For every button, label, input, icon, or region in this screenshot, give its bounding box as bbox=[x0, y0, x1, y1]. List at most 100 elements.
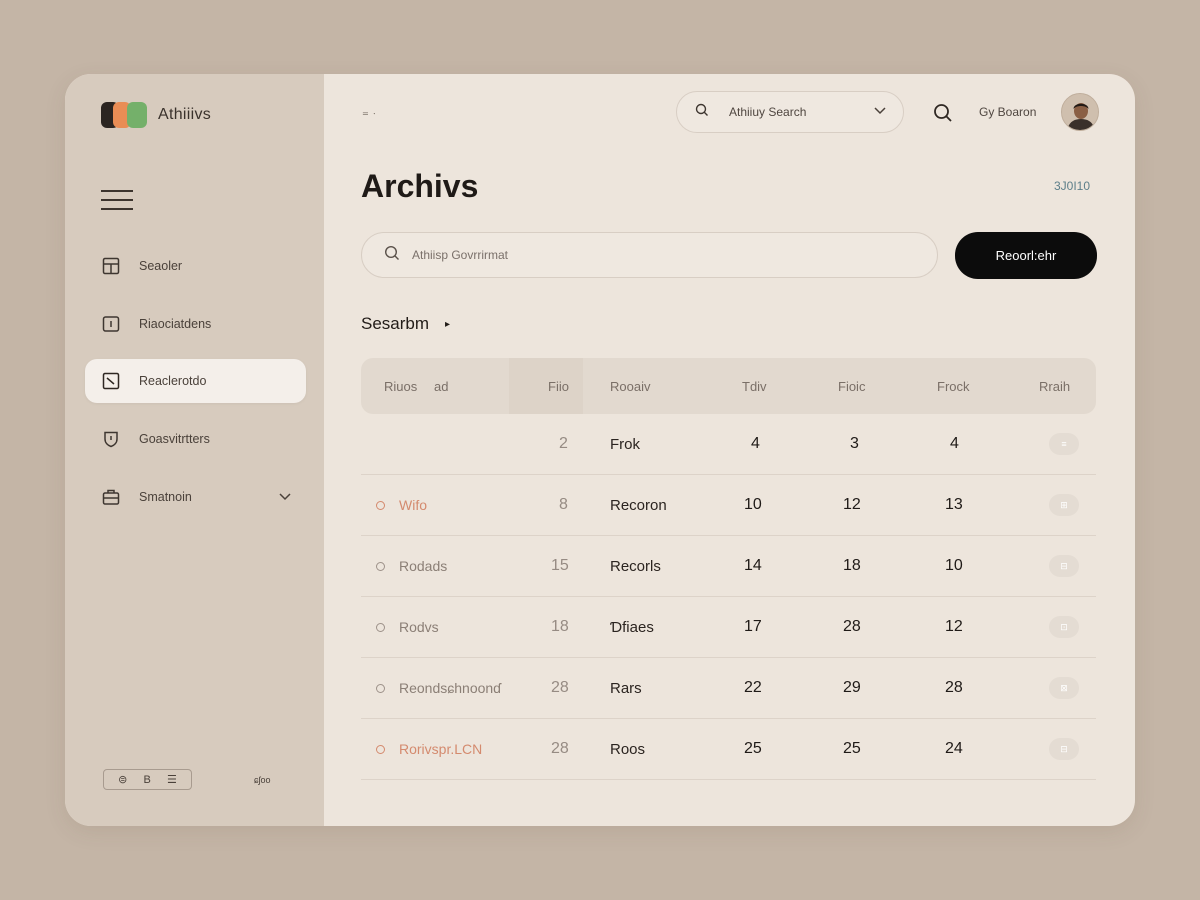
open-box-icon bbox=[101, 371, 121, 391]
row-value-c: 10 bbox=[945, 557, 963, 574]
sidebar: Athiiivs Seaoler Riaociatdens Reaclerotd… bbox=[65, 74, 324, 826]
row-value-a: 10 bbox=[744, 496, 762, 513]
top-search-label: Athiiuy Search bbox=[729, 105, 807, 119]
search-icon bbox=[384, 245, 400, 266]
row-type: Recoron bbox=[610, 496, 667, 514]
row-value-a: 22 bbox=[744, 679, 762, 696]
menu-glyph[interactable]: ⁼ ˑ bbox=[362, 108, 376, 124]
row-value-a: 14 bbox=[744, 557, 762, 574]
column-header[interactable]: Rraih bbox=[1039, 358, 1070, 414]
sidebar-item-2[interactable]: Riaociatdens bbox=[85, 302, 306, 346]
column-header[interactable]: Fiio bbox=[548, 358, 569, 414]
footer-tool-1[interactable]: ⊜ bbox=[118, 773, 127, 786]
sidebar-footer: ⊜ B ☰ ɕʃoo bbox=[103, 769, 271, 790]
avatar[interactable] bbox=[1061, 93, 1099, 131]
row-name: Wifo bbox=[376, 475, 427, 535]
row-type: Recorls bbox=[610, 557, 661, 575]
footer-tool-3[interactable]: ☰ bbox=[167, 773, 177, 786]
row-name: Rorivspr.LCN bbox=[376, 719, 482, 779]
footer-note: ɕʃoo bbox=[254, 774, 271, 785]
sidebar-item-label: Goasvitrtters bbox=[139, 432, 210, 446]
column-header[interactable]: Rooaiv bbox=[610, 358, 650, 414]
column-header[interactable]: Frock bbox=[937, 358, 970, 414]
column-header[interactable]: Fioic bbox=[838, 358, 865, 414]
sidebar-item-label: Riaociatdens bbox=[139, 317, 212, 331]
row-value-c: 13 bbox=[945, 496, 963, 513]
row-value-c: 12 bbox=[945, 618, 963, 635]
row-name: Reondsɕhnoonɗ bbox=[376, 658, 501, 718]
table-row[interactable]: 2 Frok 4 3 4 ≡ bbox=[361, 414, 1096, 475]
main-search-input[interactable] bbox=[412, 248, 872, 262]
footer-tool-2[interactable]: B bbox=[144, 774, 151, 786]
row-type: Frok bbox=[610, 435, 640, 453]
row-value-b: 18 bbox=[843, 557, 861, 574]
row-value-a: 4 bbox=[751, 435, 760, 452]
row-value-a: 17 bbox=[744, 618, 762, 635]
row-count: 8 bbox=[559, 496, 568, 513]
column-header[interactable]: Riuos bbox=[384, 358, 417, 414]
row-name: Rodvs bbox=[376, 597, 439, 657]
row-action-pill[interactable]: ⊟ bbox=[1049, 555, 1079, 577]
sidebar-item-1[interactable]: Seaoler bbox=[85, 244, 306, 288]
row-type: Rars bbox=[610, 679, 642, 697]
row-action-pill[interactable]: ⊟ bbox=[1049, 738, 1079, 760]
sidebar-item-5[interactable]: Smatnoin bbox=[85, 475, 306, 519]
shield-icon bbox=[101, 429, 121, 449]
row-count: 28 bbox=[551, 740, 569, 757]
data-table: Riuos ad Fiio Rooaiv Tdiv Fioic Frock Rr… bbox=[361, 358, 1096, 780]
row-value-a: 25 bbox=[744, 740, 762, 757]
circle-icon bbox=[376, 622, 385, 632]
search-icon[interactable] bbox=[933, 103, 953, 128]
column-header[interactable]: ad bbox=[434, 358, 448, 414]
sidebar-item-label: Smatnoin bbox=[139, 490, 192, 504]
sidebar-item-label: Seaoler bbox=[139, 259, 183, 273]
row-value-b: 3 bbox=[850, 435, 859, 452]
row-count: 2 bbox=[559, 435, 568, 452]
row-action-pill[interactable]: ⊡ bbox=[1049, 616, 1079, 638]
top-link[interactable]: Gy Boaron bbox=[979, 105, 1036, 119]
app-window: Athiiivs Seaoler Riaociatdens Reaclerotd… bbox=[65, 74, 1135, 826]
brand[interactable]: Athiiivs bbox=[101, 102, 211, 128]
column-header[interactable]: Tdiv bbox=[742, 358, 767, 414]
row-action-pill[interactable]: ⊞ bbox=[1049, 494, 1079, 516]
sort-label: Sesarbm bbox=[361, 314, 430, 333]
page-title: Archivs bbox=[361, 168, 479, 204]
row-count: 18 bbox=[551, 618, 569, 635]
page-meta-link[interactable]: 3J0I10 bbox=[1054, 179, 1090, 193]
table-row[interactable]: Rodvs 18 Ɗfiaes 17 28 12 ⊡ bbox=[361, 597, 1096, 658]
sort-dropdown[interactable]: Sesarbm ▸ bbox=[361, 314, 450, 334]
circle-icon bbox=[376, 683, 385, 693]
brand-logo-icon bbox=[101, 102, 149, 128]
row-value-b: 12 bbox=[843, 496, 861, 513]
row-count: 15 bbox=[551, 557, 569, 574]
briefcase-icon bbox=[101, 487, 121, 507]
row-type: Ɗfiaes bbox=[610, 618, 654, 636]
table-header: Riuos ad Fiio Rooaiv Tdiv Fioic Frock Rr… bbox=[361, 358, 1096, 414]
sidebar-item-3[interactable]: Reaclerotdo bbox=[85, 359, 306, 403]
top-search-dropdown[interactable]: Athiiuy Search bbox=[676, 91, 904, 133]
caret-icon: ▸ bbox=[445, 318, 451, 330]
row-value-c: 4 bbox=[950, 435, 959, 452]
primary-action-button[interactable]: Reoorl:ehr bbox=[955, 232, 1097, 279]
table-row[interactable]: Reondsɕhnoonɗ 28 Rars 22 29 28 ⊠ bbox=[361, 658, 1096, 719]
circle-icon bbox=[376, 561, 385, 571]
row-action-pill[interactable]: ≡ bbox=[1049, 433, 1079, 455]
row-action-pill[interactable]: ⊠ bbox=[1049, 677, 1079, 699]
hamburger-menu-icon[interactable] bbox=[101, 190, 133, 212]
table-row[interactable]: Wifo 8 Recoron 10 12 13 ⊞ bbox=[361, 475, 1096, 536]
main-search bbox=[361, 232, 938, 278]
row-count: 28 bbox=[551, 679, 569, 696]
sidebar-item-4[interactable]: Goasvitrtters bbox=[85, 417, 306, 461]
image-icon bbox=[101, 314, 121, 334]
table-row[interactable]: Rodads 15 Recorls 14 18 10 ⊟ bbox=[361, 536, 1096, 597]
search-icon bbox=[695, 103, 709, 122]
row-value-b: 25 bbox=[843, 740, 861, 757]
sidebar-item-label: Reaclerotdo bbox=[139, 374, 207, 388]
table-row[interactable]: Rorivspr.LCN 28 Roos 25 25 24 ⊟ bbox=[361, 719, 1096, 780]
circle-icon bbox=[376, 500, 385, 510]
main-panel: ⁼ ˑ Athiiuy Search Gy Boaron Archivs 3J0… bbox=[324, 74, 1135, 826]
circle-icon bbox=[376, 744, 385, 754]
chevron-down-icon[interactable] bbox=[278, 489, 292, 508]
row-value-c: 28 bbox=[945, 679, 963, 696]
row-value-b: 29 bbox=[843, 679, 861, 696]
